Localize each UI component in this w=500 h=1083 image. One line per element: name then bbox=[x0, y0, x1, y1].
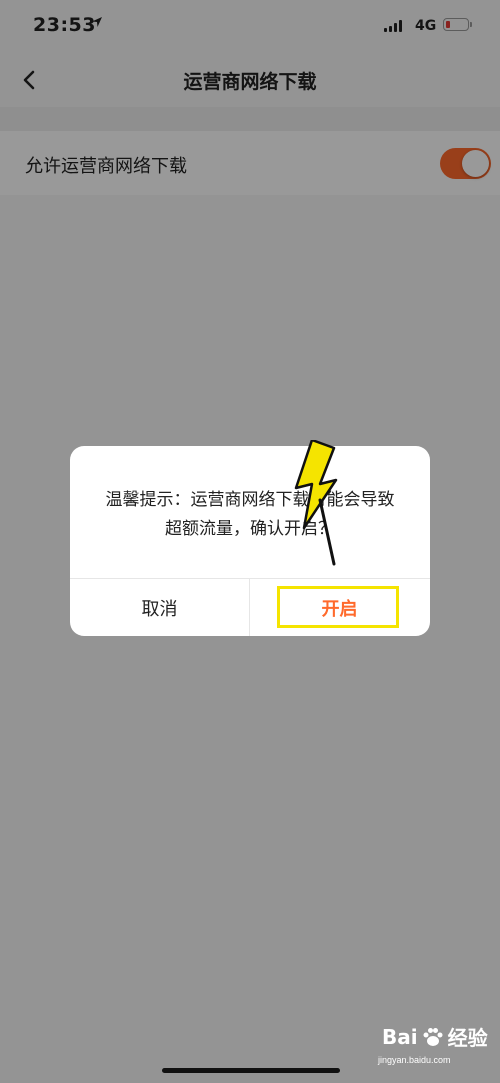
dialog-message: 温馨提示：运营商网络下载可能会导致 超额流量，确认开启？ bbox=[90, 486, 410, 544]
home-indicator[interactable] bbox=[162, 1068, 340, 1073]
watermark-url: jingyan.baidu.com bbox=[378, 1055, 451, 1065]
paw-icon bbox=[423, 1027, 443, 1046]
confirm-dialog: 温馨提示：运营商网络下载可能会导致 超额流量，确认开启？ 取消 开启 bbox=[70, 446, 430, 636]
dialog-message-line-2: 超额流量，确认开启？ bbox=[165, 519, 335, 539]
dialog-message-line-1: 温馨提示：运营商网络下载可能会导致 bbox=[105, 490, 395, 510]
baidu-watermark: Bai 经验 bbox=[382, 1022, 488, 1051]
enable-button[interactable]: 开启 bbox=[250, 579, 429, 636]
lightning-bolt-icon bbox=[294, 440, 338, 566]
cancel-button[interactable]: 取消 bbox=[70, 579, 249, 636]
watermark-brand-right: 经验 bbox=[447, 1026, 488, 1050]
watermark-brand-left: Bai bbox=[382, 1024, 418, 1049]
